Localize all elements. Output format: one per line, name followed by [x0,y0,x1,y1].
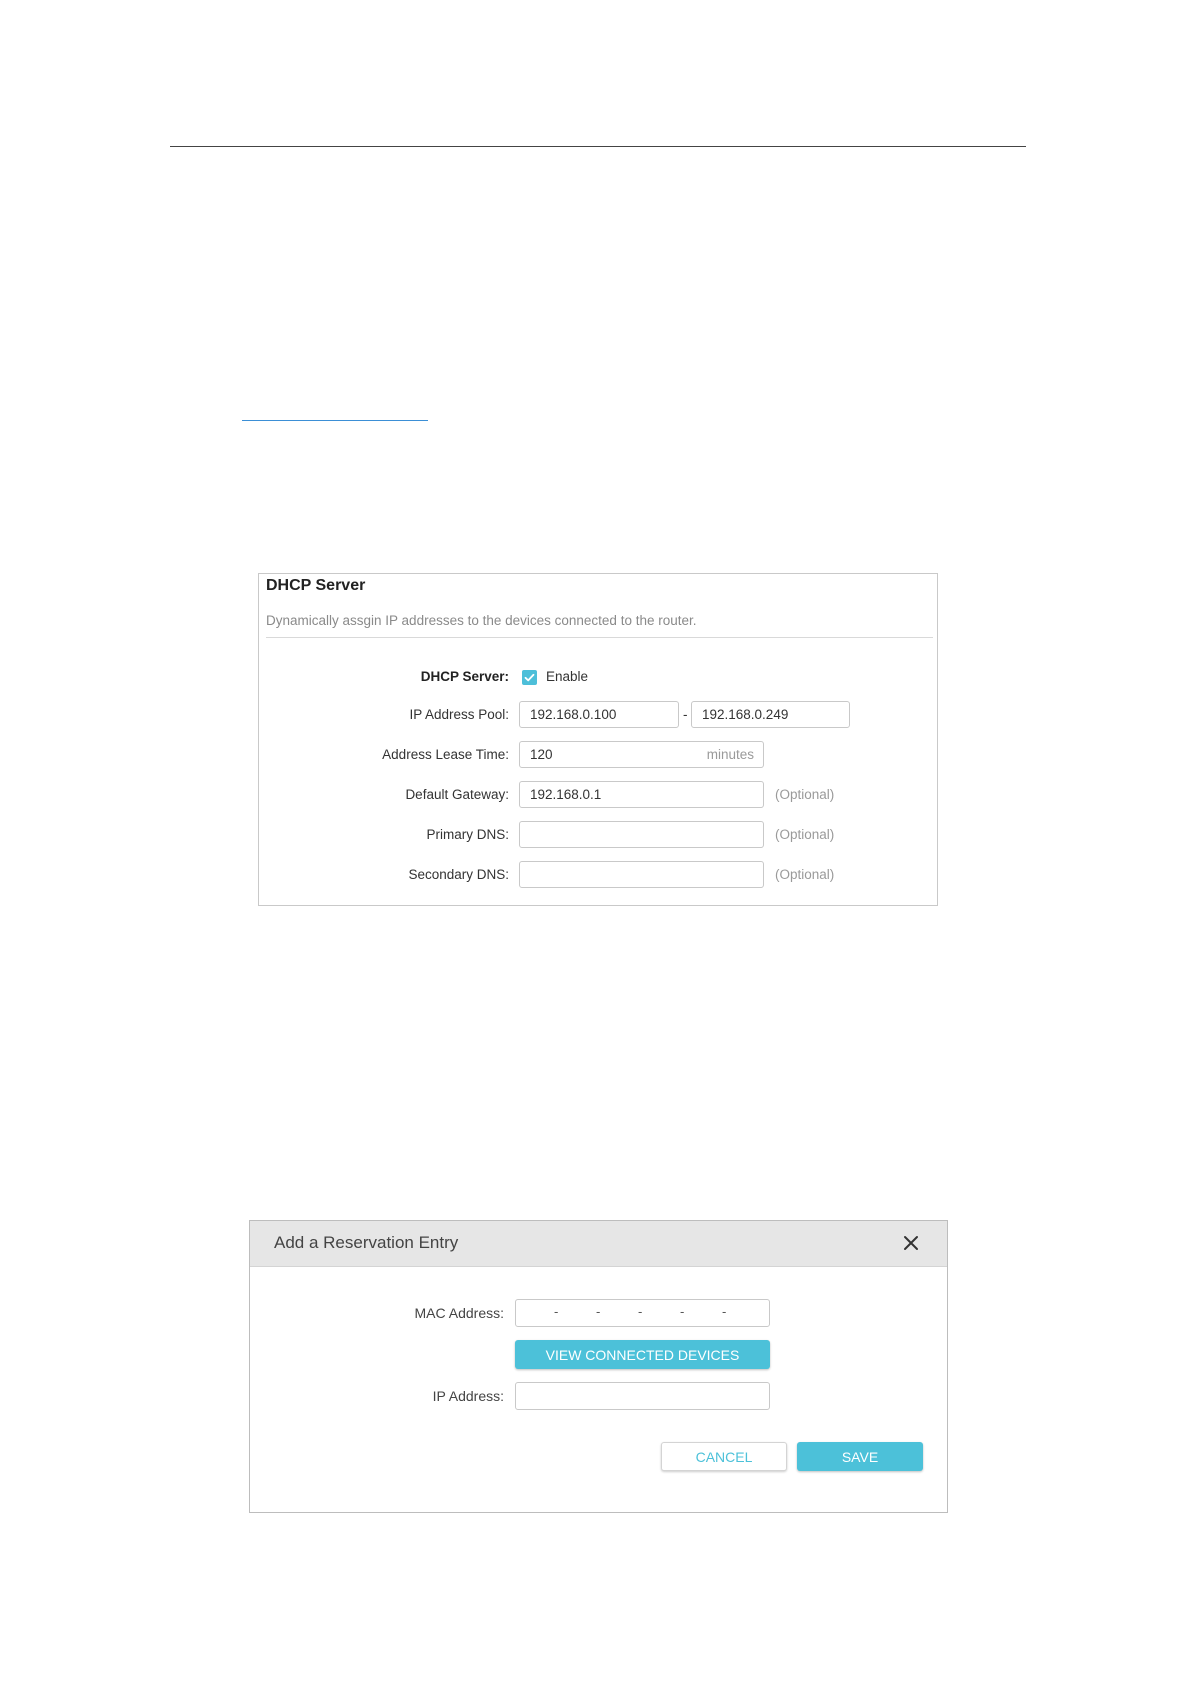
mac-address-input[interactable]: - - - - - [515,1299,770,1327]
panel-divider [266,637,933,638]
ip-pool-end-input[interactable]: 192.168.0.249 [691,701,850,728]
ip-pool-label: IP Address Pool: [409,707,509,722]
ip-pool-start-input[interactable]: 192.168.0.100 [519,701,679,728]
check-icon [524,673,535,682]
primary-dns-label: Primary DNS: [426,827,509,842]
mac-separator: - [554,1304,559,1319]
secondary-dns-label: Secondary DNS: [408,867,509,882]
dialog-title: Add a Reservation Entry [274,1233,459,1252]
panel-title: DHCP Server [266,577,366,594]
dhcp-server-panel: DHCP Server Dynamically assgin IP addres… [258,573,938,906]
default-gateway-value: 192.168.0.1 [530,787,602,802]
ip-address-input[interactable] [515,1382,770,1410]
primary-dns-hint: (Optional) [775,827,835,842]
cancel-button[interactable]: CANCEL [661,1442,787,1471]
default-gateway-hint: (Optional) [775,787,835,802]
enable-label: Enable [546,669,589,684]
lease-time-value: 120 [530,747,553,762]
ip-address-label: IP Address: [432,1388,504,1404]
page-header-rule [170,146,1026,147]
default-gateway-label: Default Gateway: [405,787,509,802]
reservation-dialog: Add a Reservation Entry MAC Address: - -… [249,1220,948,1513]
ip-pool-start-value: 192.168.0.100 [530,707,617,722]
mac-separator: - [596,1304,601,1319]
lease-time-unit: minutes [706,747,754,762]
primary-dns-input[interactable] [519,821,764,848]
mac-separator: - [722,1304,727,1319]
close-icon[interactable] [903,1235,919,1251]
secondary-dns-hint: (Optional) [775,867,835,882]
dhcp-server-label: DHCP Server: [420,669,509,684]
mac-separator: - [680,1304,685,1319]
lease-time-input[interactable]: 120 minutes [519,741,764,768]
dialog-header: Add a Reservation Entry [250,1221,947,1267]
mac-separator: - [638,1304,643,1319]
ip-pool-end-value: 192.168.0.249 [702,707,789,722]
mac-address-label: MAC Address: [414,1305,504,1321]
enable-checkbox[interactable] [522,670,537,685]
view-connected-devices-button[interactable]: VIEW CONNECTED DEVICES [515,1340,770,1369]
ip-pool-separator: - [683,707,688,722]
secondary-dns-input[interactable] [519,861,764,888]
hyperlink-underline[interactable] [242,420,428,421]
save-button[interactable]: SAVE [797,1442,923,1471]
lease-time-label: Address Lease Time: [382,747,509,762]
panel-description: Dynamically assgin IP addresses to the d… [266,613,697,628]
default-gateway-input[interactable]: 192.168.0.1 [519,781,764,808]
